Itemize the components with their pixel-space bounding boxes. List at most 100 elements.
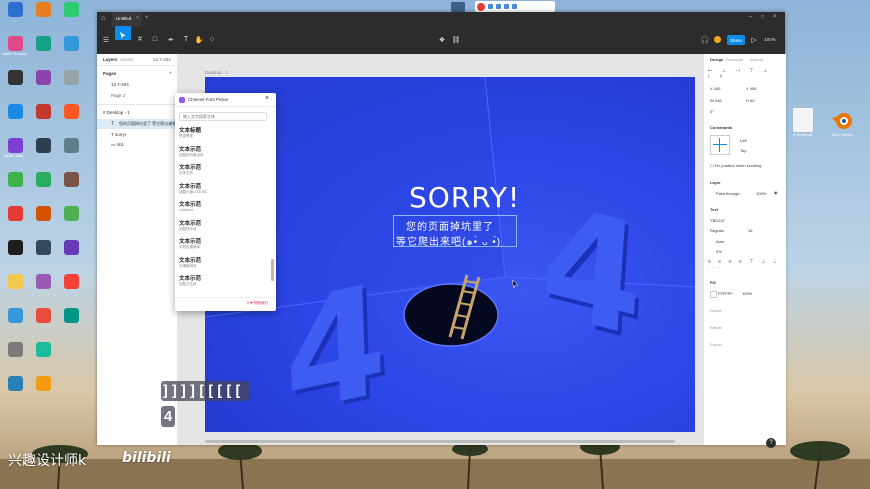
width-field[interactable]: W 246 xyxy=(710,98,722,103)
frame-tool-icon[interactable]: # xyxy=(134,32,146,47)
desktop-shortcut-icon[interactable] xyxy=(60,274,82,290)
add-page-button[interactable]: + xyxy=(169,70,172,75)
fix-position-checkbox[interactable]: ☐ Fix position when scrolling xyxy=(710,163,761,168)
font-list-item[interactable]: 文本标题 思源黑体 xyxy=(179,126,201,139)
tab-prototype[interactable]: Prototype xyxy=(726,57,743,62)
fill-hex-field[interactable]: FFFFFF xyxy=(718,291,733,296)
minimize-icon[interactable]: – xyxy=(749,14,752,20)
desktop-shortcut-icon[interactable] xyxy=(32,104,54,120)
stroke-title[interactable]: Stroke xyxy=(710,308,722,313)
desktop-shortcut-icon[interactable] xyxy=(60,240,82,256)
add-tab-button[interactable]: + xyxy=(145,15,149,21)
desktop-shortcut-icon[interactable] xyxy=(60,70,82,86)
desktop-shortcut-icon[interactable] xyxy=(4,104,26,120)
desktop-shortcut-icon[interactable] xyxy=(32,376,54,392)
desktop-shortcut-icon[interactable] xyxy=(32,206,54,222)
constraint-horizontal[interactable]: Left xyxy=(740,138,747,143)
desktop-shortcut-icon[interactable] xyxy=(32,342,54,358)
desktop-shortcut-icon[interactable] xyxy=(60,2,82,18)
font-list-item[interactable]: 文本示范 站酷庆科黄油体 xyxy=(179,145,204,158)
desktop-frame[interactable]: 4 4 SORRY! 您的页面掉坑里了 等它爬出来吧(๑•̀ ᴗ •́) xyxy=(205,77,695,432)
tab-untitled[interactable]: Untitled × xyxy=(112,12,142,26)
font-list-item[interactable]: 文本示范 字制区喜脉体 xyxy=(179,237,201,250)
fill-swatch[interactable] xyxy=(710,291,717,298)
desktop-shortcut-icon[interactable] xyxy=(4,2,26,18)
help-button[interactable]: ? xyxy=(766,438,776,448)
font-list-item[interactable]: 文本示范 字体手写 xyxy=(179,163,201,176)
sorry-heading[interactable]: SORRY! xyxy=(409,181,520,214)
font-family-select[interactable]: YBD237 xyxy=(710,218,725,223)
desktop-shortcut-icon[interactable] xyxy=(60,206,82,222)
user-avatar-icon[interactable] xyxy=(712,32,722,47)
text-tool-icon[interactable]: T xyxy=(181,32,191,47)
align-tools[interactable]: ⊢ ⊥ ⊣ ⊤ ⊥ ⊦ ⊧ xyxy=(708,68,782,80)
layer-frame-desktop[interactable]: # Desktop - 1 xyxy=(103,110,130,115)
desktop-shortcut-icon[interactable] xyxy=(60,138,82,154)
component-icon[interactable]: ❖ xyxy=(437,32,447,47)
desktop-shortcut-icon[interactable] xyxy=(60,104,82,120)
layer-image[interactable]: ▭ 4n1 xyxy=(111,142,124,148)
font-list-item[interactable]: 文本示范 站酷快乐体 xyxy=(179,219,201,232)
constraint-vertical[interactable]: Top xyxy=(740,148,746,153)
font-style-select[interactable]: Regular xyxy=(710,228,724,233)
close-window-icon[interactable]: × xyxy=(773,14,777,20)
tab-layers[interactable]: Layers xyxy=(103,57,118,62)
plugin-close-button[interactable]: × xyxy=(265,95,269,102)
plugin-scrollbar[interactable] xyxy=(271,259,274,281)
font-search-input[interactable] xyxy=(179,112,267,121)
desktop-shortcut-icon[interactable] xyxy=(32,36,54,52)
message-text-selected[interactable]: 您的页面掉坑里了 等它爬出来吧(๑•̀ ᴗ •́) xyxy=(393,215,517,248)
desktop-shortcut-icon[interactable] xyxy=(4,70,26,86)
desktop-shortcut-icon[interactable] xyxy=(4,172,26,188)
layer-opacity-field[interactable]: 100% xyxy=(756,191,766,196)
desktop-shortcut-icon[interactable] xyxy=(4,274,26,290)
desktop-shortcut-icon[interactable] xyxy=(32,274,54,290)
tray-app-icon[interactable] xyxy=(451,2,465,12)
desktop-shortcut-icon[interactable] xyxy=(32,138,54,154)
desktop-shortcut-icon[interactable] xyxy=(4,342,26,358)
letter-spacing-field[interactable]: 0% xyxy=(716,249,722,254)
desktop-shortcut-icon[interactable] xyxy=(4,206,26,222)
zoom-dropdown[interactable]: 100% xyxy=(761,32,779,47)
blend-mode-select[interactable]: Pass through xyxy=(716,191,740,196)
present-button[interactable]: ▷ xyxy=(750,32,758,47)
page-selector[interactable]: 12.7-404 xyxy=(153,57,171,62)
horizontal-scrollbar[interactable] xyxy=(205,440,675,443)
position-x-field[interactable]: X 445 xyxy=(710,86,720,91)
frame-label[interactable]: Desktop - 1 xyxy=(205,70,228,75)
desktop-shortcut-icon[interactable]: Adobe Illustr... xyxy=(4,138,26,158)
desktop-shortcut-icon[interactable] xyxy=(32,2,54,18)
font-list-item[interactable]: 文本示范 站酷文艺体 xyxy=(179,274,201,287)
font-list-item[interactable]: 文本示范 站酷小薇LOGO体 xyxy=(179,182,207,195)
page-item[interactable]: 12.7-404 xyxy=(111,82,129,87)
sponsor-link[interactable]: 0 ❤ 赞助我们 xyxy=(247,301,268,306)
visibility-eye-icon[interactable]: ◉ xyxy=(774,190,778,195)
desktop-file-404-blend1[interactable]: 404.blend1 xyxy=(789,108,817,137)
home-icon[interactable]: ⌂ xyxy=(101,15,108,22)
ime-toolbar[interactable] xyxy=(475,1,555,12)
desktop-shortcut-icon[interactable] xyxy=(32,240,54,256)
position-y-field[interactable]: Y 408 xyxy=(746,86,756,91)
desktop-shortcut-icon[interactable] xyxy=(60,36,82,52)
link-icon[interactable]: ⛓ xyxy=(451,32,461,47)
pen-tool-icon[interactable]: ✒ xyxy=(165,32,177,47)
hand-tool-icon[interactable]: ✋ xyxy=(194,32,204,47)
height-field[interactable]: H 60 xyxy=(746,98,754,103)
tab-design[interactable]: Design xyxy=(710,57,723,62)
rotation-field[interactable]: 0° xyxy=(710,109,714,114)
tab-assets[interactable]: Assets xyxy=(120,57,134,62)
desktop-shortcut-icon[interactable] xyxy=(60,172,82,188)
font-size-field[interactable]: 16 xyxy=(748,228,752,233)
export-title[interactable]: Export xyxy=(710,342,722,347)
desktop-file-404-2-blend[interactable]: 404-2.blend xyxy=(826,108,858,137)
fill-opacity-field[interactable]: 100% xyxy=(742,291,752,296)
headphones-icon[interactable]: 🎧 xyxy=(700,32,710,47)
desktop-shortcut-icon[interactable] xyxy=(32,70,54,86)
desktop-shortcut-icon[interactable] xyxy=(4,308,26,324)
page-item[interactable]: Page 2 xyxy=(111,93,125,98)
layer-text-sorry[interactable]: T sorry! xyxy=(111,132,126,137)
share-button[interactable]: Share xyxy=(727,35,745,45)
main-menu-button[interactable]: ☰ xyxy=(99,32,113,47)
constraints-widget[interactable] xyxy=(710,135,730,155)
desktop-shortcut-icon[interactable] xyxy=(60,308,82,324)
